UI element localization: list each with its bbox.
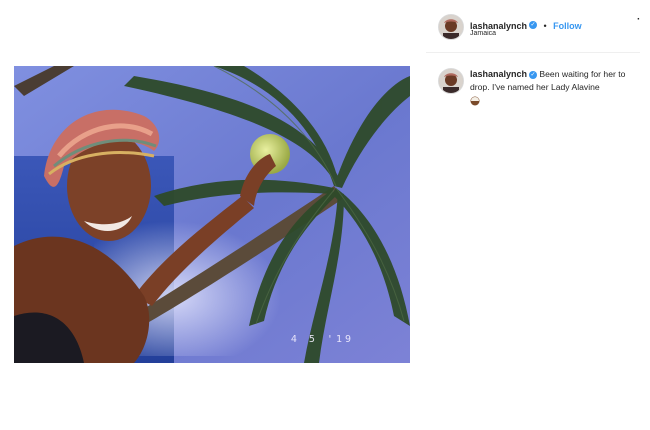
caption-verified-badge-icon: ✓	[529, 70, 538, 79]
post-header: lashanalynch ✓ • Follow Jamaica ·	[426, 0, 640, 53]
photo-scene	[14, 66, 410, 363]
caption-username[interactable]: lashanalynch	[470, 69, 527, 79]
post-photo[interactable]: 4 5 '19	[14, 66, 410, 363]
more-options-icon[interactable]: ·	[637, 14, 640, 25]
location-link[interactable]: Jamaica	[470, 30, 496, 37]
caption-text-block: lashanalynch ✓ Been waiting for her to dr…	[470, 68, 636, 107]
post-sidebar: lashanalynch ✓ • Follow Jamaica · lashana…	[426, 0, 650, 430]
avatar-image-icon	[439, 15, 463, 39]
verified-badge-icon: ✓	[529, 20, 538, 29]
avatar[interactable]	[438, 14, 464, 40]
photo-date-stamp: 4 5 '19	[290, 334, 354, 345]
header-separator: •	[543, 21, 547, 31]
caption-avatar[interactable]	[438, 68, 464, 94]
caption-avatar-image-icon	[439, 69, 463, 93]
follow-button[interactable]: Follow	[553, 21, 582, 31]
coconut-emoji-icon	[470, 96, 480, 106]
